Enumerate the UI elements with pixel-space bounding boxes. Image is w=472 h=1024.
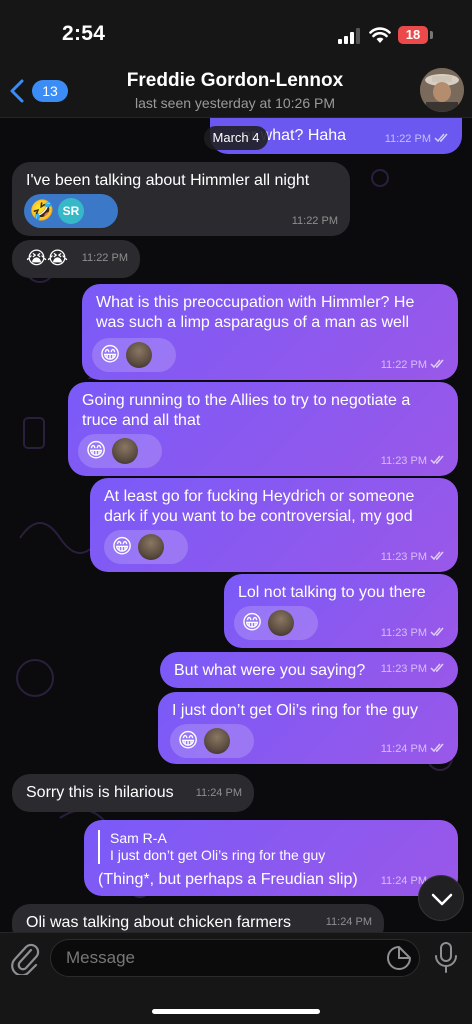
reactions[interactable]: 😁 bbox=[170, 724, 254, 758]
signal-icon bbox=[338, 28, 360, 44]
message-time: 11:22 PM bbox=[384, 133, 431, 145]
battery-indicator: 18 bbox=[398, 26, 428, 44]
paperclip-icon[interactable] bbox=[10, 941, 40, 975]
message-bubble-incoming[interactable]: Oli was talking about chicken farmers 11… bbox=[12, 904, 384, 932]
wifi-icon bbox=[369, 27, 391, 43]
message-meta: 11:22 PM bbox=[381, 355, 446, 375]
reaction-emoji: 😁 bbox=[177, 730, 199, 752]
reply-text: I just don’t get Oli’s ring for the guy bbox=[110, 847, 326, 863]
reply-quote[interactable]: Sam R-A I just don’t get Oli’s ring for … bbox=[98, 830, 325, 864]
message-bubble-outgoing[interactable]: But what were you saying? 11:23 PM bbox=[160, 652, 458, 688]
message-bubble-outgoing[interactable]: I just don’t get Oli’s ring for the guy … bbox=[158, 692, 458, 764]
message-text: Going running to the Allies to try to ne… bbox=[82, 392, 411, 429]
message-time: 11:22 PM bbox=[291, 215, 338, 227]
unread-count-badge: 13 bbox=[32, 80, 68, 102]
reactions[interactable]: 🤣 SR bbox=[24, 194, 118, 228]
message-bubble-incoming[interactable]: Sorry this is hilarious 11:24 PM bbox=[12, 774, 254, 812]
message-bubble-outgoing[interactable]: Going running to the Allies to try to ne… bbox=[68, 382, 458, 476]
battery-tip bbox=[430, 31, 433, 39]
message-time: 11:23 PM bbox=[380, 551, 427, 563]
message-time: 11:24 PM bbox=[325, 916, 372, 928]
message-time: 11:24 PM bbox=[195, 787, 242, 799]
reactions[interactable]: 😁 bbox=[92, 338, 176, 372]
message-meta: 11:22 PM bbox=[385, 129, 450, 149]
message-list[interactable]: er what? Haha 11:22 PM March 4 I've been… bbox=[0, 118, 472, 932]
reactor-avatar bbox=[268, 610, 294, 636]
message-text: I just don’t get Oli’s ring for the guy bbox=[172, 702, 419, 719]
reaction-emoji: 😁 bbox=[99, 344, 121, 366]
reactions[interactable]: 😁 bbox=[234, 606, 318, 640]
composer-bar bbox=[0, 932, 472, 1024]
reaction-emoji: 🤣 bbox=[29, 200, 55, 222]
last-seen-status: last seen yesterday at 10:26 PM bbox=[135, 95, 335, 111]
reactor-avatar: SR bbox=[58, 198, 84, 224]
message-time: 11:23 PM bbox=[380, 663, 427, 675]
message-meta: 11:23 PM bbox=[381, 659, 446, 679]
microphone-icon[interactable] bbox=[432, 941, 460, 975]
status-time: 2:54 bbox=[62, 22, 106, 45]
status-bar: 2:54 18 bbox=[0, 0, 472, 62]
message-meta: 11:23 PM bbox=[381, 623, 446, 643]
contact-avatar[interactable] bbox=[420, 68, 464, 112]
scroll-to-bottom-button[interactable] bbox=[418, 875, 464, 921]
message-meta: 11:23 PM bbox=[381, 547, 446, 567]
back-chevron-icon bbox=[10, 79, 24, 103]
message-bubble-incoming[interactable]: 😭😭 11:22 PM bbox=[12, 240, 140, 278]
chat-title[interactable]: Freddie Gordon-Lennox bbox=[80, 70, 390, 92]
reply-author: Sam R-A bbox=[110, 830, 167, 846]
message-meta: 11:23 PM bbox=[381, 451, 446, 471]
message-bubble-outgoing[interactable]: Lol not talking to you there 😁 11:23 PM bbox=[224, 574, 458, 648]
reaction-emoji: 😁 bbox=[85, 440, 107, 462]
message-text: What is this preoccupation with Himmler?… bbox=[96, 294, 415, 331]
reactions[interactable]: 😁 bbox=[104, 530, 188, 564]
reaction-emoji: 😁 bbox=[241, 612, 263, 634]
back-button[interactable]: 13 bbox=[8, 76, 68, 106]
message-time: 11:24 PM bbox=[380, 743, 427, 755]
double-check-icon bbox=[430, 551, 444, 561]
double-check-icon bbox=[430, 743, 444, 753]
chevron-down-icon bbox=[431, 893, 453, 906]
message-text: Lol not talking to you there bbox=[238, 584, 426, 601]
message-bubble-outgoing[interactable]: What is this preoccupation with Himmler?… bbox=[82, 284, 458, 380]
message-text: I've been talking about Himmler all nigh… bbox=[26, 172, 310, 189]
double-check-icon bbox=[430, 359, 444, 369]
double-check-icon bbox=[430, 663, 444, 673]
date-separator: March 4 bbox=[204, 126, 268, 150]
double-check-icon bbox=[430, 455, 444, 465]
message-meta: 11:24 PM bbox=[381, 739, 446, 759]
reactions[interactable]: 😁 bbox=[78, 434, 162, 468]
message-bubble-incoming[interactable]: I've been talking about Himmler all nigh… bbox=[12, 162, 350, 236]
message-text: Oli was talking about chicken farmers bbox=[26, 914, 291, 931]
message-time: 11:23 PM bbox=[380, 455, 427, 467]
message-bubble-outgoing[interactable]: At least go for fucking Heydrich or some… bbox=[90, 478, 458, 572]
message-input[interactable] bbox=[50, 939, 420, 977]
message-time: 11:22 PM bbox=[81, 252, 128, 264]
reactor-avatar bbox=[126, 342, 152, 368]
reactor-avatar bbox=[204, 728, 230, 754]
reactor-avatar bbox=[138, 534, 164, 560]
double-check-icon bbox=[434, 133, 448, 143]
reaction-emoji: 😁 bbox=[111, 536, 133, 558]
chat-header: 13 Freddie Gordon-Lennox last seen yeste… bbox=[0, 62, 472, 118]
reactor-avatar bbox=[112, 438, 138, 464]
home-indicator bbox=[152, 1009, 320, 1014]
message-text: At least go for fucking Heydrich or some… bbox=[104, 488, 415, 525]
message-bubble-outgoing[interactable]: Sam R-A I just don’t get Oli’s ring for … bbox=[84, 820, 458, 896]
double-check-icon bbox=[430, 627, 444, 637]
sticker-icon[interactable] bbox=[386, 945, 412, 971]
message-time: 11:23 PM bbox=[380, 627, 427, 639]
message-time: 11:22 PM bbox=[380, 359, 427, 371]
avatar-photo bbox=[420, 68, 464, 112]
